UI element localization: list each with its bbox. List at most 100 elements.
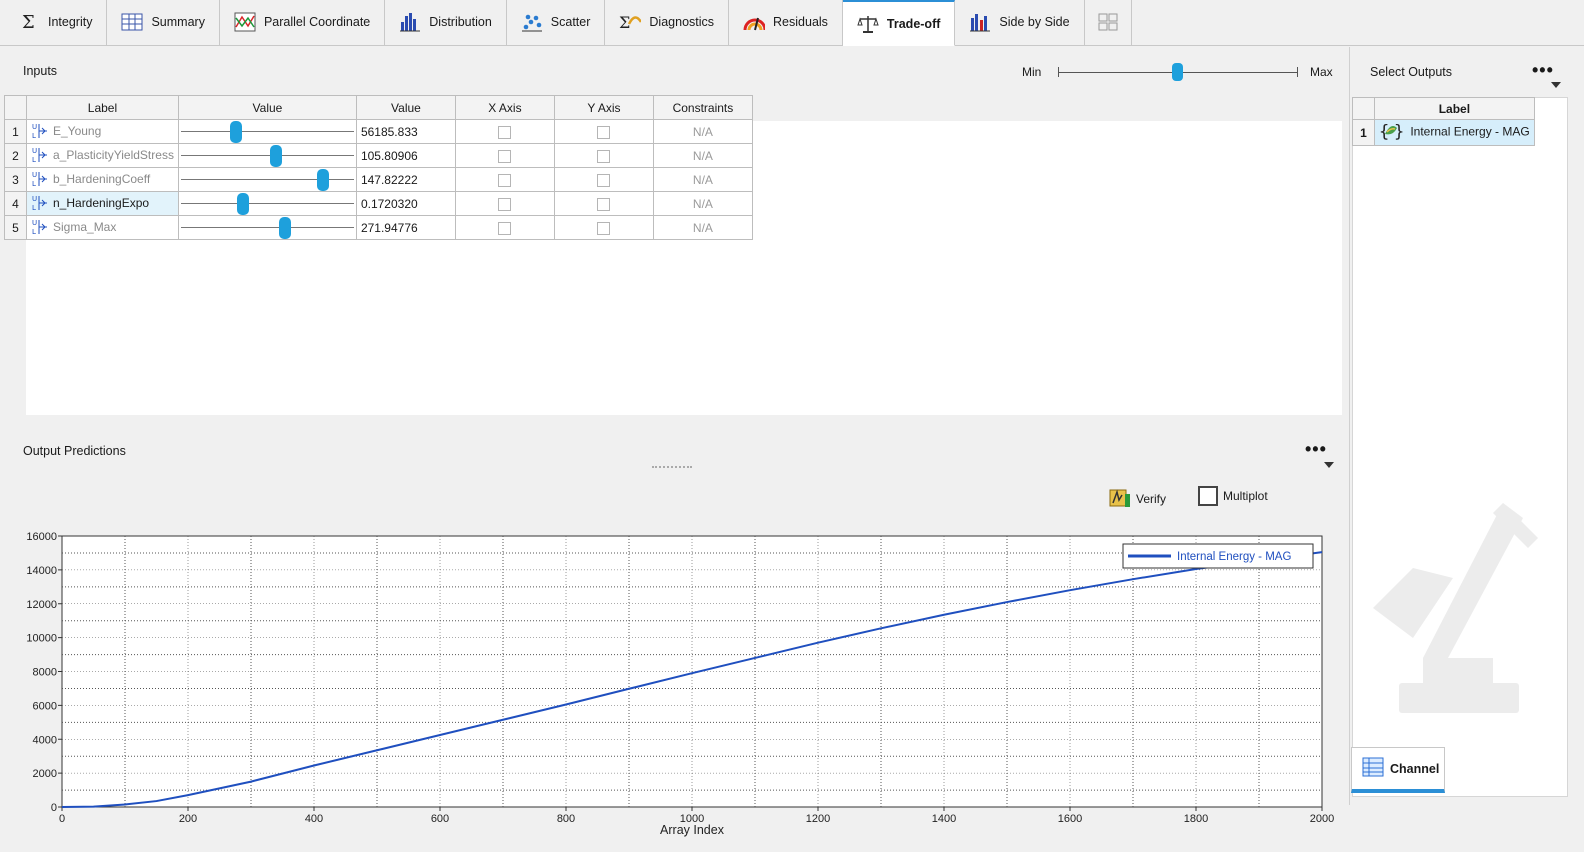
x-axis-checkbox-cell[interactable] (454, 119, 555, 144)
x-tick-label: 600 (431, 813, 449, 825)
y-axis-checkbox-cell[interactable] (553, 167, 654, 192)
y-axis-checkbox[interactable] (597, 125, 611, 139)
svg-text:L: L (32, 156, 36, 164)
verify-label: Verify (1136, 491, 1167, 506)
output-label-cell[interactable]: {} Internal Energy - MAG (1374, 119, 1535, 146)
variable-label-cell[interactable]: U L Sigma_Max (26, 215, 179, 240)
y-axis-checkbox-cell[interactable] (553, 143, 654, 168)
variable-label-cell[interactable]: U La_PlasticityYieldStress (26, 143, 179, 168)
x-axis-checkbox-cell[interactable] (454, 167, 555, 192)
global-slider-thumb[interactable] (1172, 63, 1183, 81)
y-axis-checkbox-cell[interactable] (553, 119, 654, 144)
x-axis-checkbox[interactable] (498, 125, 512, 139)
global-min-max-slider[interactable]: Min Max (1022, 63, 1338, 83)
tab-side-by-side[interactable]: Side by Side (955, 0, 1085, 45)
x-axis-checkbox[interactable] (498, 221, 512, 235)
slider-thumb[interactable] (236, 193, 249, 215)
side-by-side-icon (969, 12, 991, 32)
tab-integrity[interactable]: Σ Integrity (0, 0, 108, 45)
value-field[interactable]: 271.94776 (355, 215, 456, 240)
tab-summary[interactable]: Summary (107, 0, 220, 45)
slider-thumb[interactable] (316, 169, 329, 191)
constraint-cell[interactable]: N/A (652, 143, 753, 168)
y-axis-checkbox[interactable] (597, 149, 611, 163)
tab-label: Trade-off (886, 16, 941, 31)
y-tick-label: 12000 (26, 599, 57, 611)
tab-channel[interactable]: Channel (1351, 747, 1445, 793)
y-axis-checkbox[interactable] (597, 173, 611, 187)
constraint-cell[interactable]: N/A (652, 119, 753, 144)
value-slider[interactable] (177, 119, 357, 144)
outputs-table: Label 1 {} Internal Energy - MAG (1352, 97, 1535, 146)
x-axis-checkbox-cell[interactable] (454, 191, 555, 216)
column-header-label[interactable]: Label (1374, 97, 1535, 120)
slider-thumb[interactable] (229, 121, 242, 143)
slider-track (180, 227, 354, 228)
column-header-constraints[interactable]: Constraints (652, 95, 753, 120)
y-axis-checkbox-cell[interactable] (553, 191, 654, 216)
row-index-header (1352, 97, 1375, 120)
input-row[interactable]: 2 U La_PlasticityYieldStress 105.80906 N/A (4, 143, 753, 168)
y-tick-label: 8000 (33, 667, 57, 679)
column-header-y-axis[interactable]: Y Axis (553, 95, 654, 120)
row-index: 4 (4, 191, 27, 216)
output-row[interactable]: 1 {} Internal Energy - MAG (1352, 119, 1535, 146)
value-slider[interactable] (177, 167, 357, 192)
input-row[interactable]: 5 U L Sigma_Max 271.94776 N/A (4, 215, 753, 240)
tab-parallel-coordinate[interactable]: Parallel Coordinate (219, 0, 386, 45)
output-prediction-chart[interactable]: 0 200 400 600 800 1000 1200 1400 1600 1800 2000020… (0, 527, 1348, 852)
input-row[interactable]: 4 U Ln_HardeningExpo 0.1720320 N/A (4, 191, 753, 216)
output-label: Internal Energy - MAG (1410, 124, 1530, 139)
y-tick-label: 10000 (26, 633, 57, 645)
value-slider[interactable] (177, 143, 357, 168)
add-view-tab[interactable] (1084, 0, 1132, 45)
variable-label: n_HardeningExpo (53, 195, 150, 210)
column-header-value[interactable]: Value (355, 95, 456, 120)
column-header-x-axis[interactable]: X Axis (454, 95, 555, 120)
x-tick-label: 2000 (1310, 813, 1334, 825)
x-tick-label: 1800 (1184, 813, 1208, 825)
tab-distribution[interactable]: Distribution (385, 0, 507, 45)
constraint-cell[interactable]: N/A (652, 167, 753, 192)
x-axis-checkbox-cell[interactable] (454, 143, 555, 168)
tab-trade-off[interactable]: Trade-off (842, 0, 956, 46)
y-axis-checkbox[interactable] (597, 221, 611, 235)
x-axis-checkbox[interactable] (498, 149, 512, 163)
value-field[interactable]: 105.80906 (355, 143, 456, 168)
verify-button[interactable]: Verify (1108, 486, 1166, 511)
multiplot-toggle[interactable]: Multiplot (1198, 486, 1268, 506)
multiplot-checkbox[interactable] (1198, 486, 1218, 506)
y-axis-checkbox[interactable] (597, 197, 611, 211)
x-axis-checkbox-cell[interactable] (454, 215, 555, 240)
x-axis-checkbox[interactable] (498, 197, 512, 211)
more-options-icon[interactable]: ••• (1532, 61, 1554, 79)
constraint-cell[interactable]: N/A (652, 215, 753, 240)
constraint-cell[interactable]: N/A (652, 191, 753, 216)
column-header-slider[interactable]: Value (177, 95, 357, 120)
chevron-down-icon[interactable] (1324, 462, 1334, 468)
multiplot-label: Multiplot (1223, 489, 1268, 503)
panel-splitter[interactable] (652, 466, 692, 468)
value-field[interactable]: 0.1720320 (355, 191, 456, 216)
input-row[interactable]: 3 U Lb_HardeningCoeff 147.82222 N/A (4, 167, 753, 192)
input-row[interactable]: 1 U L E_Young 56185.833 N/A (4, 119, 753, 144)
value-field[interactable]: 147.82222 (355, 167, 456, 192)
value-slider[interactable] (177, 191, 357, 216)
slider-thumb[interactable] (278, 217, 291, 239)
column-header-label[interactable]: Label (26, 95, 179, 120)
variable-label-cell[interactable]: U Ln_HardeningExpo (26, 191, 179, 216)
variable-label-cell[interactable]: U Lb_HardeningCoeff (26, 167, 179, 192)
x-axis-checkbox[interactable] (498, 173, 512, 187)
slider-thumb[interactable] (269, 145, 282, 167)
more-options-icon[interactable]: ••• (1305, 440, 1327, 458)
value-slider[interactable] (177, 215, 357, 240)
slider-tick (1058, 67, 1059, 77)
y-axis-checkbox-cell[interactable] (553, 215, 654, 240)
tab-diagnostics[interactable]: Σ Diagnostics (605, 0, 730, 45)
value-field[interactable]: 56185.833 (355, 119, 456, 144)
variable-label-cell[interactable]: U L E_Young (26, 119, 179, 144)
tab-scatter[interactable]: Scatter (506, 0, 606, 45)
tab-residuals[interactable]: Residuals (729, 0, 843, 45)
max-label: Max (1310, 65, 1333, 79)
chevron-down-icon[interactable] (1551, 82, 1561, 88)
